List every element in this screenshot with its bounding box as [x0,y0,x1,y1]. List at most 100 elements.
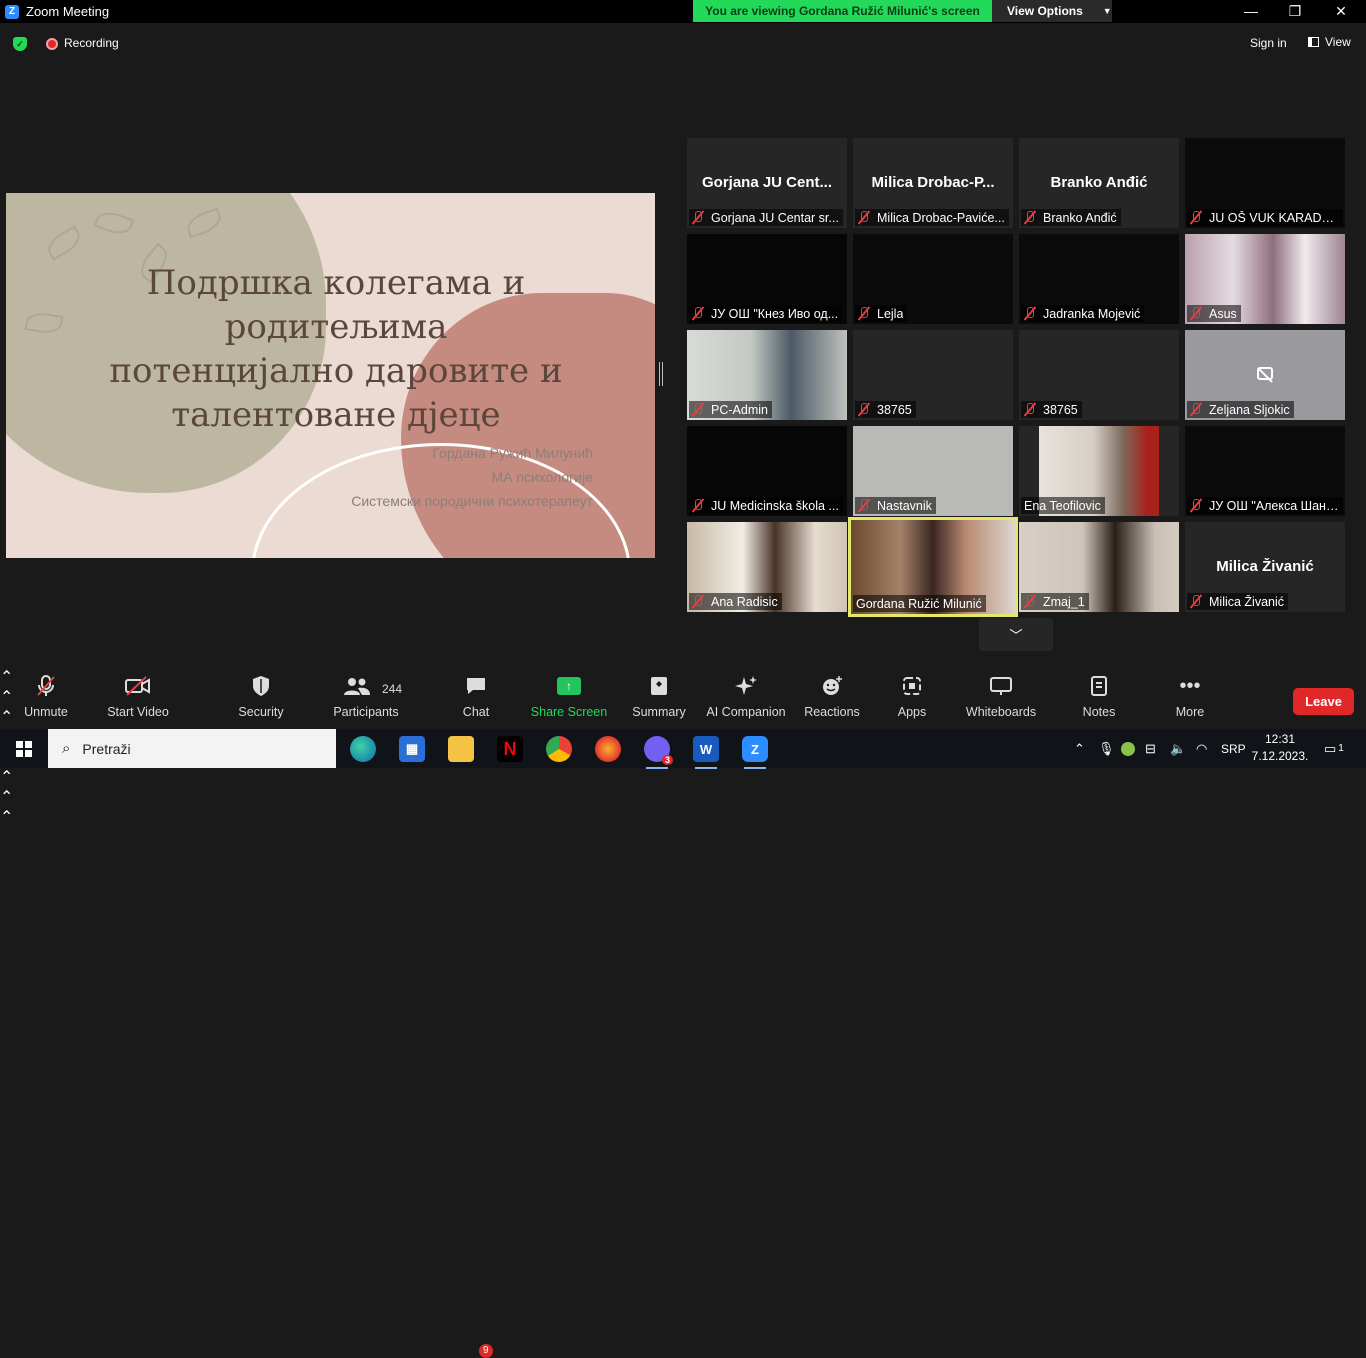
mic-muted-icon [858,403,870,416]
show-hidden-icons-button[interactable]: ⌃ [1074,729,1085,768]
security-button[interactable]: Security [236,667,286,729]
unmute-label: Unmute [24,705,68,719]
reactions-button[interactable]: Reactions [804,667,860,729]
ai-companion-button[interactable]: AI Companion [706,667,786,729]
apps-options-caret-icon[interactable]: ⌃ [0,767,1366,787]
slide-author: Гордана Ружић Милунић [432,445,593,461]
restore-button[interactable]: ❐ [1272,0,1318,22]
mic-muted-icon [1024,307,1036,320]
participant-label: Nastavnik [855,497,936,514]
participant-tile[interactable]: ЈУ ОШ "Кнез Иво од... [687,234,847,324]
participant-label: ЈУ ОШ "Кнез Иво од... [689,305,843,322]
participant-tile[interactable]: Nastavnik [853,426,1013,516]
participant-tile-active-speaker[interactable]: Gordana Ružić Milunić [848,517,1018,617]
participant-label-text: ЈУ ОШ "Кнез Иво од... [711,306,839,321]
participant-label: Jadranka Mojević [1021,305,1145,322]
chrome-icon[interactable] [546,736,572,762]
notes-options-caret-icon[interactable]: ⌃ [0,807,1366,827]
unmute-button[interactable]: Unmute [22,667,70,729]
view-options-button[interactable]: View Options ▼ [992,0,1112,22]
participant-tile[interactable]: Milica Drobac-P... Milica Drobac-Paviće.… [853,138,1013,228]
more-button[interactable]: ••• More [1174,667,1206,729]
microsoft-store-icon[interactable]: ▦ [399,736,425,762]
participant-tile[interactable]: Branko Anđić Branko Anđić [1019,138,1179,228]
participant-tile[interactable]: PC-Admin [687,330,847,420]
mic-muted-icon [692,595,704,608]
notification-center-icon: ▭ [1324,740,1337,756]
edge-browser-icon[interactable] [350,736,376,762]
participants-icon [343,667,371,705]
participant-tile[interactable]: Gorjana JU Cent... Gorjana JU Centar sr.… [687,138,847,228]
chat-button[interactable]: Chat [462,667,490,729]
participant-tile[interactable]: Ena Teofilovic [1019,426,1179,516]
participant-label-text: Gordana Ružić Milunić [856,596,982,611]
location-tray-icon[interactable] [1121,729,1135,768]
sign-in-button[interactable]: Sign in [1244,35,1293,51]
whiteboards-label: Whiteboards [965,705,1037,719]
participant-tile[interactable]: Lejla [853,234,1013,324]
participant-label-text: PC-Admin [711,402,768,417]
participant-tile[interactable]: Asus [1185,234,1345,324]
encryption-shield-icon[interactable]: ✓ [13,37,27,51]
zoom-taskbar-icon[interactable]: Z [742,736,768,769]
participant-tile[interactable]: Zeljana Sljokic [1185,330,1345,420]
participant-tile[interactable]: 38765 [1019,330,1179,420]
share-screen-button[interactable]: ↑ Share Screen [531,667,607,729]
notes-label: Notes [1082,705,1116,719]
resize-handle[interactable] [659,362,663,386]
wifi-icon[interactable]: ◠ [1196,729,1207,768]
participant-tile[interactable]: Milica Živanić Milica Živanić [1185,522,1345,612]
slide-title: Подршка колегама и родитељима потенцијал… [46,261,626,437]
notes-button[interactable]: Notes [1082,667,1116,729]
slide-role: Системски породични психотерапеут [351,493,593,509]
network-tray-icon[interactable]: ⊟ [1145,729,1156,768]
participant-tile[interactable]: Zmaj_1 [1019,522,1179,612]
start-video-button[interactable]: Start Video [106,667,170,729]
firefox-icon[interactable] [595,736,621,762]
word-icon[interactable]: W [693,736,719,769]
participant-name-display: Gorjana JU Cent... [701,174,833,191]
start-button[interactable] [0,729,48,768]
file-explorer-icon[interactable] [448,736,474,762]
mic-muted-icon [858,307,870,320]
shared-screen[interactable]: Подршка колегама и родитељима потенцијал… [6,193,655,558]
taskbar-search-box[interactable]: ⌕ Pretraži [48,729,336,768]
participant-tile[interactable]: JU Medicinska škola ... [687,426,847,516]
participant-label-text: Ena Teofilovic [1024,498,1101,513]
participant-name-display: Milica Živanić [1216,558,1314,575]
participant-label: Gorjana JU Centar sr... [689,209,843,226]
participant-label: 38765 [1021,401,1082,418]
participant-tile[interactable]: Jadranka Mojević [1019,234,1179,324]
leave-button[interactable]: Leave [1293,688,1354,715]
viber-icon[interactable]: 3 [644,736,673,769]
participant-tile[interactable]: 38765 [853,330,1013,420]
chevron-down-icon: ﹀ [1009,628,1023,643]
view-button[interactable]: View [1308,35,1351,49]
notes-icon [1089,667,1109,705]
whiteboards-options-caret-icon[interactable]: ⌃ [0,787,1366,807]
mic-muted-icon [692,211,704,224]
participant-label-text: Zmaj_1 [1043,594,1085,609]
taskbar-clock[interactable]: 12:31 7.12.2023. [1250,731,1310,765]
microphone-muted-icon [35,667,57,705]
apps-button[interactable]: Apps [896,667,928,729]
minimize-button[interactable]: — [1228,0,1274,22]
participant-label: Ana Radisic [689,593,782,610]
netflix-icon[interactable]: N [497,736,523,762]
participant-tile[interactable]: ЈУ ОШ "Алекса Шант... [1185,426,1345,516]
close-button[interactable]: ✕ [1318,0,1364,22]
meeting-top-bar: ✓ Recording Sign in View [0,23,1366,63]
participant-tile[interactable]: JU OŠ VUK KARADŽI... [1185,138,1345,228]
participants-button[interactable]: Participants [333,667,399,729]
gallery-next-page-button[interactable]: ﹀ [979,618,1053,651]
summary-button[interactable]: Summary [632,667,686,729]
recording-label[interactable]: Recording [64,36,119,50]
volume-icon[interactable]: 🔈 [1170,729,1186,768]
language-indicator[interactable]: SRP [1221,729,1246,768]
viber-badge: 3 [661,755,673,765]
whiteboards-button[interactable]: Whiteboards [966,667,1036,729]
notifications-button[interactable]: ▭ 1 [1324,729,1344,768]
participant-tile[interactable]: Ana Radisic [687,522,847,612]
more-label: More [1175,705,1205,719]
microphone-tray-icon[interactable]: 🎙 [1098,729,1115,768]
